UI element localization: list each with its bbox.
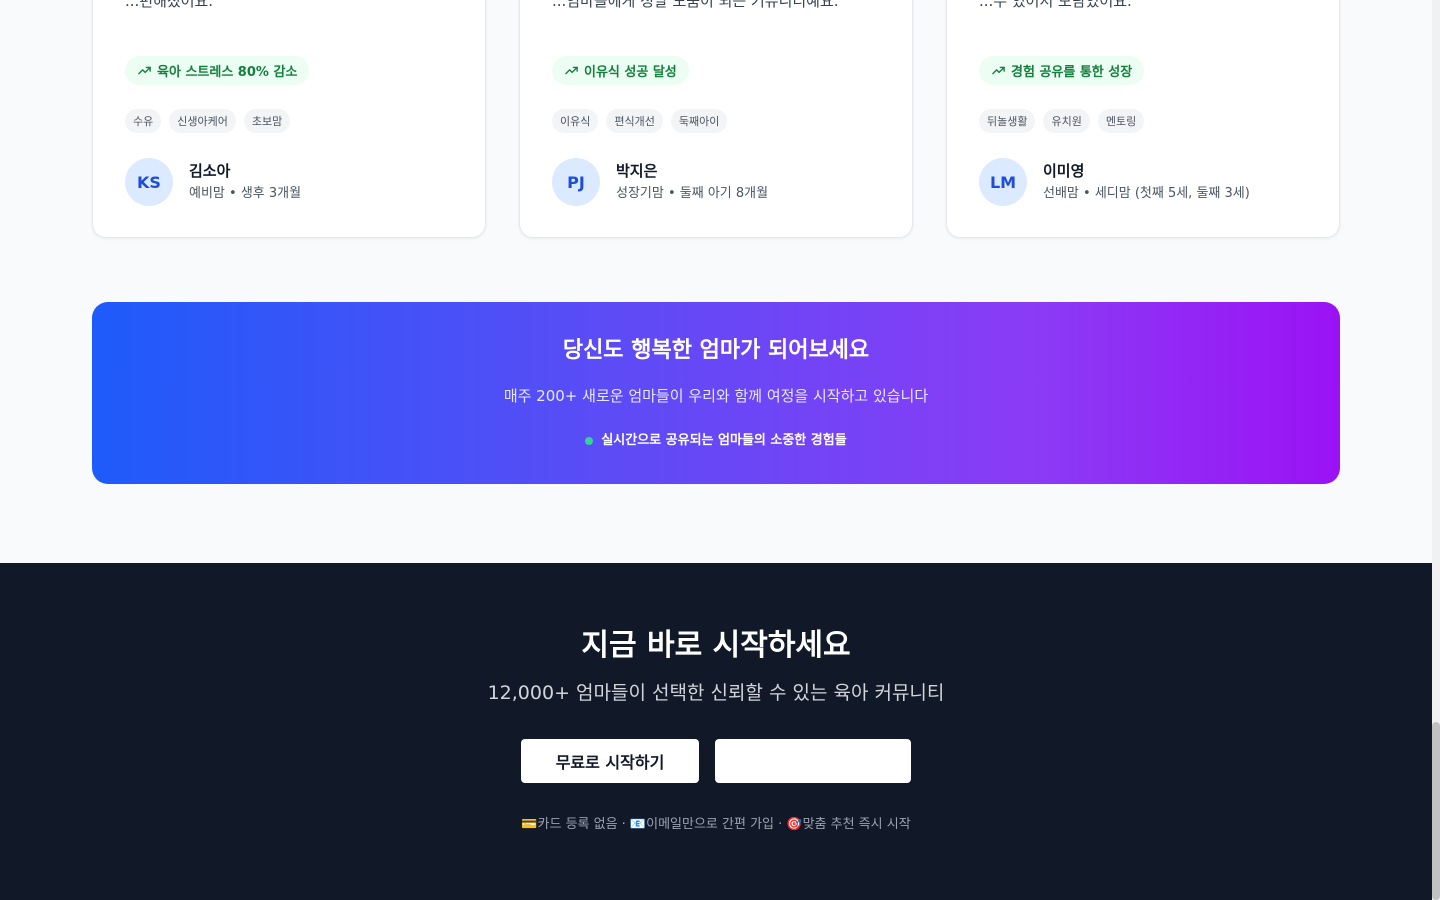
tag: 신생아케어 xyxy=(169,109,236,133)
author-info: 김소아 예비맘 • 생후 3개월 xyxy=(189,161,301,203)
testimonial-quote: ...편해졌어요." xyxy=(125,0,220,10)
author: LM 이미영 선배맘 • 세디맘 (첫째 5세, 둘째 3세) xyxy=(979,158,1250,206)
highlight-badge: 육아 스트레스 80% 감소 xyxy=(125,56,310,85)
avatar: PJ xyxy=(552,158,600,206)
cta-title: 지금 바로 시작하세요 xyxy=(581,628,851,663)
author-name: 이미영 xyxy=(1043,162,1085,180)
testimonial-card: ...수 있어서 보람있어요." 경험 공유를 통한 성장 뒤놀생활 유치원 멘… xyxy=(946,0,1340,238)
avatar: KS xyxy=(125,158,173,206)
author-name: 박지은 xyxy=(616,162,658,180)
testimonials-section: ...편해졌어요." 육아 스트레스 80% 감소 수유 신생아케어 초보맘 K… xyxy=(92,0,1340,238)
author-info: 이미영 선배맘 • 세디맘 (첫째 5세, 둘째 3세) xyxy=(1043,161,1250,203)
author-meta: 선배맘 • 세디맘 (첫째 5세, 둘째 3세) xyxy=(1043,186,1250,201)
tag: 멘토링 xyxy=(1097,109,1145,133)
tag-list: 뒤놀생활 유치원 멘토링 xyxy=(979,109,1145,133)
live-dot-icon xyxy=(585,437,594,445)
tag: 이유식 xyxy=(552,109,599,133)
author-meta: 예비맘 • 생후 3개월 xyxy=(189,186,302,201)
trending-up-icon xyxy=(138,66,151,75)
author: PJ 박지은 성장기맘 • 둘째 아기 8개월 xyxy=(552,158,768,206)
live-text: 실시간으로 공유되는 엄마들의 소중한 경험들 xyxy=(601,433,847,448)
tag: 유치원 xyxy=(1043,109,1090,133)
cta-subtitle: 12,000+ 엄마들이 선택한 신뢰할 수 있는 육아 커뮤니티 xyxy=(487,682,945,704)
banner-subtitle: 매주 200+ 새로운 엄마들이 우리와 함께 여정을 시작하고 있습니다 xyxy=(503,387,929,405)
highlight-label: 이유식 성공 달성 xyxy=(584,65,677,80)
avatar: LM xyxy=(979,158,1027,206)
testimonial-card: ...편해졌어요." 육아 스트레스 80% 감소 수유 신생아케어 초보맘 K… xyxy=(92,0,486,238)
scrollbar[interactable] xyxy=(1432,0,1440,900)
scrollbar-thumb[interactable] xyxy=(1432,722,1440,900)
author-info: 박지은 성장기맘 • 둘째 아기 8개월 xyxy=(616,161,768,203)
highlight-label: 경험 공유를 통한 성장 xyxy=(1011,65,1133,80)
highlight-label: 육아 스트레스 80% 감소 xyxy=(157,65,298,80)
highlight-badge: 이유식 성공 달성 xyxy=(552,56,689,85)
tag-list: 수유 신생아케어 초보맘 xyxy=(125,109,291,133)
tag: 수유 xyxy=(125,109,162,133)
cta-section: 지금 바로 시작하세요 12,000+ 엄마들이 선택한 신뢰할 수 있는 육아… xyxy=(0,563,1432,900)
tag-list: 이유식 편식개선 둑째아이 xyxy=(552,109,728,133)
testimonial-quote: ...엄마들에게 정말 도움이 되는 커뮤니티예요." xyxy=(552,0,846,10)
banner-title: 당신도 행복한 엄마가 되어보세요 xyxy=(562,338,870,363)
cta-note: 💳카드 등록 없음 · 📧이메일만으로 간편 가입 · 🎯맞춤 추천 즉시 시작 xyxy=(521,817,911,832)
trending-up-icon xyxy=(565,66,578,75)
start-free-button[interactable]: 무료로 시작하기 xyxy=(521,739,699,783)
highlight-badge: 경험 공유를 통한 성장 xyxy=(979,56,1145,85)
testimonial-quote: ...수 있어서 보람있어요." xyxy=(979,0,1139,10)
author: KS 김소아 예비맘 • 생후 3개월 xyxy=(125,158,301,206)
secondary-button[interactable] xyxy=(715,739,911,783)
author-meta: 성장기맘 • 둘째 아기 8개월 xyxy=(616,186,769,201)
join-banner: 당신도 행복한 엄마가 되어보세요 매주 200+ 새로운 엄마들이 우리와 함… xyxy=(92,302,1340,484)
tag: 편식개선 xyxy=(606,109,663,133)
testimonial-card: ...엄마들에게 정말 도움이 되는 커뮤니티예요." 이유식 성공 달성 이유… xyxy=(519,0,913,238)
trending-up-icon xyxy=(992,66,1005,75)
live-indicator: 실시간으로 공유되는 엄마들의 소중한 경험들 xyxy=(92,432,1340,450)
tag: 초보맘 xyxy=(243,109,291,133)
author-name: 김소아 xyxy=(189,162,231,180)
tag: 뒤놀생활 xyxy=(979,109,1036,133)
tag: 둑째아이 xyxy=(670,109,728,133)
